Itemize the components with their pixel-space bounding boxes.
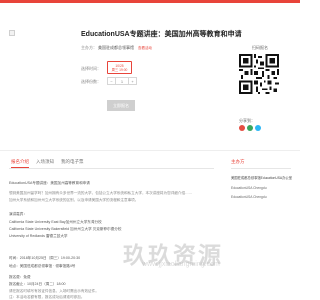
share-qq-icon[interactable] — [255, 125, 261, 131]
event-title: EducationUSA专题讲座：美国加州高等教育和申请 — [81, 31, 242, 38]
share-label: 分享到： — [239, 118, 255, 123]
tab-bar: 报名介绍 入场须知 我的电子票 — [9, 157, 214, 169]
tab-admission-notes[interactable]: 入场须知 — [36, 159, 54, 165]
body-paragraph-1: 想到美国加州留学吗？加州拥有众多世界一流的大学，包括公立大学系统和私立大学，本次… — [9, 191, 193, 195]
speaker-1: California State University East Bay加州州立… — [9, 220, 102, 224]
event-note-line: 请在报名时填写有效证件信息，入场时需出示有效证件。 — [9, 289, 99, 293]
speaker-2: California State University Bakersfield … — [9, 227, 122, 231]
event-time-line: 时间：2018年10月25日（周三）19:00-20:30 — [9, 256, 81, 260]
session-label: 选择时间： — [81, 66, 101, 71]
speaker-3: University of Redlands 雷德兰兹大学 — [9, 234, 68, 238]
quantity-plus-button[interactable]: + — [128, 78, 136, 84]
sidebar-divider — [231, 168, 291, 169]
speakers-title: 演讲嘉宾： — [9, 212, 27, 216]
watermark-url: www.jjxiaoliangming.com — [142, 261, 220, 268]
qr-code-image — [239, 54, 279, 94]
organizer-label: 主办方： — [81, 45, 97, 50]
sidebar-organizer-name[interactable]: 美国驻成都总领事馆EducationUSA办公室 — [231, 175, 292, 180]
quantity-value[interactable]: 1 — [116, 78, 128, 84]
sidebar-title: 主办方 — [231, 159, 245, 164]
tab-my-e-ticket[interactable]: 我的电子票 — [61, 159, 84, 165]
body-heading: EducationUSA专题讲座：美国加州高等教育和申请 — [9, 181, 90, 185]
quantity-minus-button[interactable]: − — [108, 78, 116, 84]
event-note-line-2: 注：本活动名额有限，报名成功后请准时参加。 — [9, 295, 85, 299]
organizer-name[interactable]: 美国驻成都总领事馆 — [98, 45, 134, 51]
organizer-view-link[interactable]: 查看活动 — [138, 46, 152, 51]
event-fee-line: 报名费：免费 — [9, 275, 31, 279]
body-paragraph-2: 加州大学系统和加州州立大学系统的区别，以及申请美国大学的流程和注意事项。 — [9, 198, 139, 202]
session-option[interactable]: 10/25 周三 19:00 — [107, 61, 132, 74]
event-place-line: 地点：美国驻成都总领事馆 · 领事馆路4号 — [9, 264, 76, 268]
event-poster-image — [9, 30, 15, 36]
session-time: 周三 19:00 — [111, 68, 128, 72]
sidebar-detail-1: EducationUSA Chengdu — [231, 186, 267, 190]
section-divider — [0, 150, 300, 151]
tab-intro[interactable]: 报名介绍 — [11, 159, 29, 168]
share-wechat-icon[interactable] — [247, 125, 253, 131]
top-accent-bar — [0, 0, 300, 3]
qr-title: 扫码报名 — [252, 45, 268, 50]
event-deadline-line: 报名截止：10月24日（周二）18:00 — [9, 282, 66, 286]
quantity-label: 选择份数： — [81, 79, 101, 84]
quantity-stepper[interactable]: − 1 + — [107, 77, 137, 85]
share-weibo-icon[interactable] — [239, 125, 245, 131]
register-button[interactable]: 立即报名 — [107, 100, 135, 111]
sidebar-detail-2: EducationUSA Chengdu — [231, 195, 267, 199]
